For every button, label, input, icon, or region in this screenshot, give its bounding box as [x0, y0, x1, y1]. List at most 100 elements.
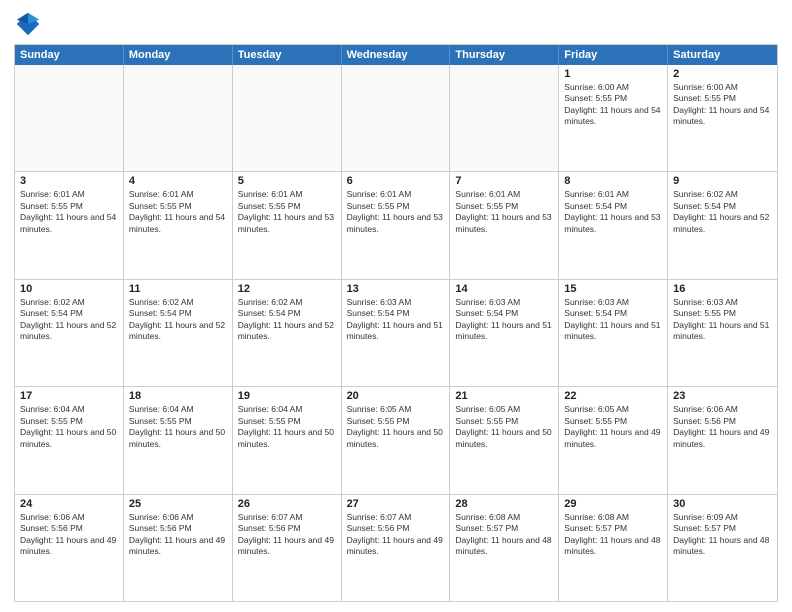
day-info: Sunrise: 6:09 AMSunset: 5:57 PMDaylight:…	[673, 512, 772, 558]
day-number: 19	[238, 390, 336, 402]
empty-cell	[124, 65, 233, 171]
day-cell-9: 9 Sunrise: 6:02 AMSunset: 5:54 PMDaylight…	[668, 172, 777, 278]
day-info: Sunrise: 6:01 AMSunset: 5:55 PMDaylight:…	[347, 189, 445, 235]
day-number: 21	[455, 390, 553, 402]
day-cell-10: 10 Sunrise: 6:02 AMSunset: 5:54 PMDayligh…	[15, 280, 124, 386]
day-info: Sunrise: 6:02 AMSunset: 5:54 PMDaylight:…	[673, 189, 772, 235]
day-cell-27: 27Sunrise: 6:07 AMSunset: 5:56 PMDayligh…	[342, 495, 451, 601]
day-info: Sunrise: 6:08 AMSunset: 5:57 PMDaylight:…	[455, 512, 553, 558]
day-number: 10	[20, 283, 118, 295]
empty-cell	[342, 65, 451, 171]
day-number: 26	[238, 498, 336, 510]
day-info: Sunrise: 6:00 AMSunset: 5:55 PMDaylight:…	[673, 82, 772, 128]
weekday-header-tuesday: Tuesday	[233, 45, 342, 65]
day-info: Sunrise: 6:01 AMSunset: 5:54 PMDaylight:…	[564, 189, 662, 235]
day-info: Sunrise: 6:06 AMSunset: 5:56 PMDaylight:…	[20, 512, 118, 558]
day-number: 15	[564, 283, 662, 295]
calendar-body: 1 Sunrise: 6:00 AMSunset: 5:55 PMDaylight…	[15, 65, 777, 601]
day-number: 17	[20, 390, 118, 402]
day-cell-6: 6 Sunrise: 6:01 AMSunset: 5:55 PMDaylight…	[342, 172, 451, 278]
day-info: Sunrise: 6:07 AMSunset: 5:56 PMDaylight:…	[238, 512, 336, 558]
day-info: Sunrise: 6:01 AMSunset: 5:55 PMDaylight:…	[129, 189, 227, 235]
logo-icon	[14, 10, 42, 38]
day-number: 28	[455, 498, 553, 510]
day-cell-5: 5 Sunrise: 6:01 AMSunset: 5:55 PMDaylight…	[233, 172, 342, 278]
empty-cell	[450, 65, 559, 171]
day-cell-24: 24Sunrise: 6:06 AMSunset: 5:56 PMDayligh…	[15, 495, 124, 601]
day-cell-25: 25 Sunrise: 6:06 AMSunset: 5:56 PMDayligh…	[124, 495, 233, 601]
day-cell-18: 18 Sunrise: 6:04 AMSunset: 5:55 PMDayligh…	[124, 387, 233, 493]
calendar-header: SundayMondayTuesdayWednesdayThursdayFrid…	[15, 45, 777, 65]
day-info: Sunrise: 6:07 AMSunset: 5:56 PMDaylight:…	[347, 512, 445, 558]
day-cell-22: 22Sunrise: 6:05 AMSunset: 5:55 PMDayligh…	[559, 387, 668, 493]
day-cell-20: 20 Sunrise: 6:05 AMSunset: 5:55 PMDayligh…	[342, 387, 451, 493]
day-info: Sunrise: 6:02 AMSunset: 5:54 PMDaylight:…	[238, 297, 336, 343]
weekday-header-saturday: Saturday	[668, 45, 777, 65]
day-cell-21: 21 Sunrise: 6:05 AMSunset: 5:55 PMDayligh…	[450, 387, 559, 493]
day-number: 13	[347, 283, 445, 295]
day-cell-30: 30 Sunrise: 6:09 AMSunset: 5:57 PMDayligh…	[668, 495, 777, 601]
calendar: SundayMondayTuesdayWednesdayThursdayFrid…	[14, 44, 778, 602]
day-info: Sunrise: 6:04 AMSunset: 5:55 PMDaylight:…	[238, 404, 336, 450]
day-info: Sunrise: 6:00 AMSunset: 5:55 PMDaylight:…	[564, 82, 662, 128]
day-info: Sunrise: 6:01 AMSunset: 5:55 PMDaylight:…	[20, 189, 118, 235]
calendar-week-5: 24Sunrise: 6:06 AMSunset: 5:56 PMDayligh…	[15, 495, 777, 601]
day-cell-13: 13 Sunrise: 6:03 AMSunset: 5:54 PMDayligh…	[342, 280, 451, 386]
day-info: Sunrise: 6:01 AMSunset: 5:55 PMDaylight:…	[455, 189, 553, 235]
day-cell-11: 11Sunrise: 6:02 AMSunset: 5:54 PMDayligh…	[124, 280, 233, 386]
day-info: Sunrise: 6:08 AMSunset: 5:57 PMDaylight:…	[564, 512, 662, 558]
day-info: Sunrise: 6:06 AMSunset: 5:56 PMDaylight:…	[673, 404, 772, 450]
day-cell-29: 29 Sunrise: 6:08 AMSunset: 5:57 PMDayligh…	[559, 495, 668, 601]
day-number: 23	[673, 390, 772, 402]
day-info: Sunrise: 6:03 AMSunset: 5:54 PMDaylight:…	[564, 297, 662, 343]
day-number: 5	[238, 175, 336, 187]
day-cell-14: 14 Sunrise: 6:03 AMSunset: 5:54 PMDayligh…	[450, 280, 559, 386]
day-info: Sunrise: 6:04 AMSunset: 5:55 PMDaylight:…	[129, 404, 227, 450]
day-number: 20	[347, 390, 445, 402]
logo	[14, 10, 46, 38]
day-cell-12: 12 Sunrise: 6:02 AMSunset: 5:54 PMDayligh…	[233, 280, 342, 386]
day-number: 6	[347, 175, 445, 187]
day-cell-1: 1 Sunrise: 6:00 AMSunset: 5:55 PMDaylight…	[559, 65, 668, 171]
day-number: 7	[455, 175, 553, 187]
day-cell-8: 8Sunrise: 6:01 AMSunset: 5:54 PMDaylight…	[559, 172, 668, 278]
day-info: Sunrise: 6:02 AMSunset: 5:54 PMDaylight:…	[20, 297, 118, 343]
day-info: Sunrise: 6:03 AMSunset: 5:55 PMDaylight:…	[673, 297, 772, 343]
day-number: 30	[673, 498, 772, 510]
day-number: 1	[564, 68, 662, 80]
day-cell-28: 28 Sunrise: 6:08 AMSunset: 5:57 PMDayligh…	[450, 495, 559, 601]
day-number: 29	[564, 498, 662, 510]
day-info: Sunrise: 6:03 AMSunset: 5:54 PMDaylight:…	[347, 297, 445, 343]
day-number: 25	[129, 498, 227, 510]
header	[14, 10, 778, 38]
day-number: 14	[455, 283, 553, 295]
day-number: 9	[673, 175, 772, 187]
day-number: 16	[673, 283, 772, 295]
day-cell-19: 19 Sunrise: 6:04 AMSunset: 5:55 PMDayligh…	[233, 387, 342, 493]
calendar-week-3: 10 Sunrise: 6:02 AMSunset: 5:54 PMDayligh…	[15, 280, 777, 387]
day-number: 4	[129, 175, 227, 187]
weekday-header-wednesday: Wednesday	[342, 45, 451, 65]
weekday-header-friday: Friday	[559, 45, 668, 65]
weekday-header-sunday: Sunday	[15, 45, 124, 65]
day-number: 2	[673, 68, 772, 80]
day-info: Sunrise: 6:05 AMSunset: 5:55 PMDaylight:…	[347, 404, 445, 450]
day-cell-23: 23 Sunrise: 6:06 AMSunset: 5:56 PMDayligh…	[668, 387, 777, 493]
day-info: Sunrise: 6:03 AMSunset: 5:54 PMDaylight:…	[455, 297, 553, 343]
day-info: Sunrise: 6:06 AMSunset: 5:56 PMDaylight:…	[129, 512, 227, 558]
day-info: Sunrise: 6:05 AMSunset: 5:55 PMDaylight:…	[455, 404, 553, 450]
day-cell-26: 26 Sunrise: 6:07 AMSunset: 5:56 PMDayligh…	[233, 495, 342, 601]
weekday-header-thursday: Thursday	[450, 45, 559, 65]
empty-cell	[233, 65, 342, 171]
day-info: Sunrise: 6:04 AMSunset: 5:55 PMDaylight:…	[20, 404, 118, 450]
day-cell-2: 2 Sunrise: 6:00 AMSunset: 5:55 PMDaylight…	[668, 65, 777, 171]
day-number: 12	[238, 283, 336, 295]
day-number: 22	[564, 390, 662, 402]
weekday-header-monday: Monday	[124, 45, 233, 65]
page: SundayMondayTuesdayWednesdayThursdayFrid…	[0, 0, 792, 612]
calendar-week-2: 3Sunrise: 6:01 AMSunset: 5:55 PMDaylight…	[15, 172, 777, 279]
day-cell-3: 3Sunrise: 6:01 AMSunset: 5:55 PMDaylight…	[15, 172, 124, 278]
day-number: 18	[129, 390, 227, 402]
day-info: Sunrise: 6:01 AMSunset: 5:55 PMDaylight:…	[238, 189, 336, 235]
day-cell-16: 16 Sunrise: 6:03 AMSunset: 5:55 PMDayligh…	[668, 280, 777, 386]
